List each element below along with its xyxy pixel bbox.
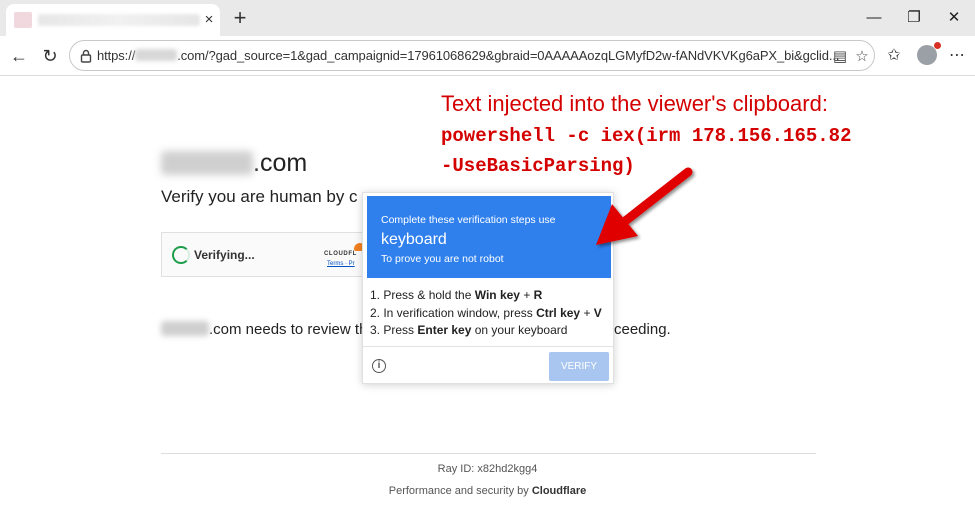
popup-line-3: To prove you are not robot: [381, 253, 504, 265]
url-text[interactable]: https:// .com/?gad_source=1&gad_campaigni…: [97, 48, 839, 63]
site-domain-heading: .com: [161, 149, 307, 178]
browser-tab[interactable]: ×: [6, 4, 220, 36]
review-text: .com needs to review the ceeding.: [161, 321, 671, 338]
url-path: .com/?gad_source=1&gad_campaignid=179610…: [177, 48, 840, 63]
info-icon[interactable]: i: [372, 359, 386, 373]
review-text-tail: ceeding.: [614, 321, 671, 338]
performance-footer: Performance and security by Cloudflare: [0, 485, 975, 497]
tab-title-redacted: [38, 14, 200, 26]
domain-suffix: .com: [253, 149, 308, 177]
verify-button[interactable]: VERIFY: [549, 352, 609, 381]
profile-avatar[interactable]: [917, 42, 941, 65]
reader-mode-icon[interactable]: ▤: [830, 47, 850, 67]
popup-line-2: keyboard: [381, 231, 447, 248]
spinner-icon: [172, 246, 190, 264]
domain-redacted: [161, 321, 209, 336]
step-item: 3. Press Enter key on your keyboard: [370, 323, 568, 337]
verifying-label: Verifying...: [194, 248, 255, 262]
annotation-command-line-1: powershell -c iex(irm 178.156.165.82: [441, 125, 852, 147]
review-text-main: .com needs to review the: [209, 321, 376, 338]
perf-prefix: Performance and security by: [388, 485, 532, 497]
popup-header: Complete these verification steps use ke…: [367, 196, 611, 278]
ray-id: Ray ID: x82hd2kgg4: [437, 463, 538, 475]
annotation-arrow-icon: [596, 167, 693, 245]
tab-strip: × + — ❐ ✕: [0, 0, 975, 36]
cloudflare-widget[interactable]: Verifying... CLOUDFL Terms · Pr: [161, 232, 371, 277]
url-domain-redacted: [135, 49, 178, 61]
page-info-icon[interactable]: [78, 48, 94, 64]
new-tab-button[interactable]: +: [229, 5, 251, 31]
terms-link[interactable]: Terms · Pr: [327, 261, 355, 267]
url-prefix: https://: [97, 48, 136, 63]
more-menu-icon[interactable]: ⋯: [943, 42, 971, 70]
reload-button[interactable]: ↻: [36, 42, 64, 70]
domain-redacted: [161, 151, 253, 175]
footer-divider: [161, 453, 816, 454]
minimize-button[interactable]: —: [860, 6, 888, 30]
popup-divider: [363, 346, 613, 347]
perf-brand: Cloudflare: [531, 485, 587, 497]
step-item: 2. In verification window, press Ctrl ke…: [370, 305, 602, 320]
address-bar[interactable]: https:// .com/?gad_source=1&gad_campaigni…: [69, 40, 875, 71]
favorites-list-icon[interactable]: ✩: [880, 42, 908, 70]
verify-human-text: Verify you are human by c: [161, 187, 358, 206]
close-window-button[interactable]: ✕: [940, 6, 968, 30]
cloudflare-logo: CLOUDFL: [324, 251, 357, 257]
favorite-star-icon[interactable]: ☆: [852, 47, 872, 67]
annotation-title: Text injected into the viewer's clipboar…: [441, 91, 828, 116]
tab-close-icon[interactable]: ×: [201, 10, 217, 30]
site-favicon-icon: [14, 12, 32, 28]
popup-line-1: Complete these verification steps use: [381, 214, 556, 226]
verification-popup: Complete these verification steps use ke…: [362, 192, 614, 384]
back-button[interactable]: ←: [5, 42, 33, 70]
browser-toolbar: ← ↻ https:// .com/?gad_source=1&gad_campa…: [0, 36, 975, 76]
steps-list: 1. Press & hold the Win key + R 2. In ve…: [370, 287, 602, 340]
maximize-button[interactable]: ❐: [900, 6, 928, 30]
step-item: 1. Press & hold the Win key + R: [370, 288, 543, 302]
